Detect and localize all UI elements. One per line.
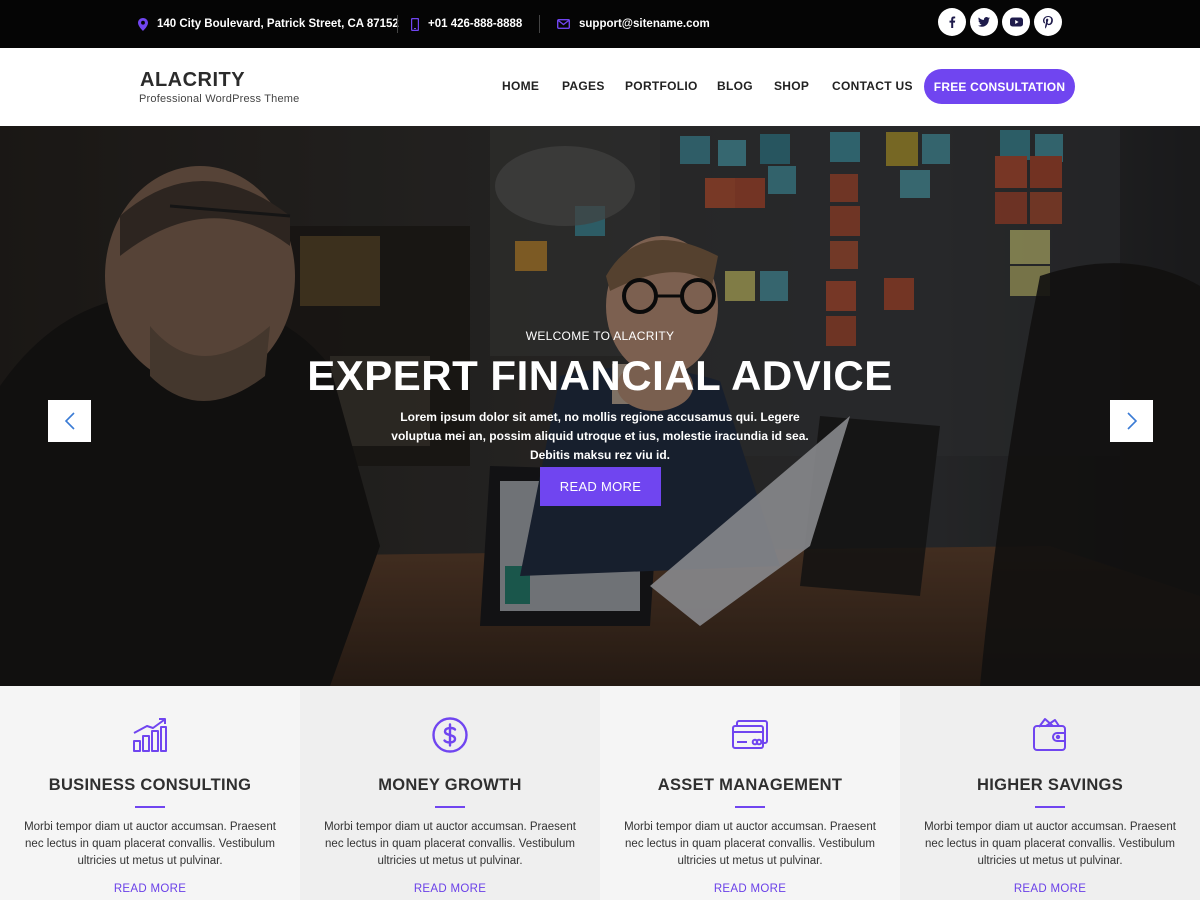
chevron-right-icon (1126, 412, 1137, 430)
phone-info: +01 426-888-8888 (411, 0, 522, 48)
feature-description: Morbi tempor diam ut auctor accumsan. Pr… (324, 821, 576, 867)
feature-divider (135, 806, 165, 808)
chevron-left-icon (64, 412, 75, 430)
hero-description: Lorem ipsum dolor sit amet, no mollis re… (391, 410, 809, 462)
feature-read-more-link[interactable]: READ MORE (600, 883, 900, 895)
social-links (938, 8, 1062, 36)
nav-shop[interactable]: SHOP (774, 79, 809, 93)
feature-card: HIGHER SAVINGS Morbi tempor diam ut auct… (900, 686, 1200, 900)
phone-icon (411, 17, 419, 31)
site-tagline: Professional WordPress Theme (139, 93, 300, 105)
wallet-icon (1033, 718, 1066, 751)
nav-home[interactable]: HOME (502, 79, 539, 93)
feature-divider (435, 806, 465, 808)
feature-title: HIGHER SAVINGS (977, 776, 1123, 794)
phone-text[interactable]: +01 426-888-8888 (428, 18, 522, 30)
address-info: 140 City Boulevard, Patrick Street, CA 8… (138, 0, 399, 48)
feature-title: ASSET MANAGEMENT (657, 776, 843, 794)
feature-divider (735, 806, 765, 808)
email-info: support@sitename.com (557, 0, 710, 48)
growth-chart-icon (133, 718, 167, 752)
feature-title: MONEY GROWTH (378, 776, 522, 794)
site-title[interactable]: ALACRITY (140, 69, 245, 92)
feature-card: MONEY GROWTH Morbi tempor diam ut auctor… (300, 686, 600, 900)
facebook-icon[interactable] (938, 8, 966, 36)
hero-title: EXPERT FINANCIAL ADVICE (307, 352, 893, 399)
feature-divider (1035, 806, 1065, 808)
feature-description: Morbi tempor diam ut auctor accumsan. Pr… (924, 821, 1176, 867)
divider (397, 15, 398, 33)
hero-background-image (0, 126, 1200, 686)
feature-description: Morbi tempor diam ut auctor accumsan. Pr… (24, 821, 276, 867)
pinterest-icon[interactable] (1034, 8, 1062, 36)
hero-kicker: WELCOME TO ALACRITY (525, 329, 675, 343)
feature-description: Morbi tempor diam ut auctor accumsan. Pr… (624, 821, 876, 867)
youtube-icon[interactable] (1002, 8, 1030, 36)
top-bar: 140 City Boulevard, Patrick Street, CA 8… (0, 0, 1200, 48)
feature-card: BUSINESS CONSULTING Morbi tempor diam ut… (0, 686, 300, 900)
feature-read-more-link[interactable]: READ MORE (0, 883, 300, 895)
feature-read-more-link[interactable]: READ MORE (900, 883, 1200, 895)
free-consultation-button[interactable]: FREE CONSULTATION (924, 69, 1075, 104)
nav-blog[interactable]: BLOG (717, 79, 753, 93)
slider-next-button[interactable] (1110, 400, 1153, 442)
nav-portfolio[interactable]: PORTFOLIO (625, 79, 698, 93)
map-pin-icon (138, 17, 148, 31)
address-text: 140 City Boulevard, Patrick Street, CA 8… (157, 18, 399, 30)
hero-slider: WELCOME TO ALACRITY EXPERT FINANCIAL ADV… (0, 126, 1200, 686)
credit-card-icon (732, 720, 768, 749)
nav-contact-us[interactable]: CONTACT US (832, 79, 913, 93)
feature-read-more-link[interactable]: READ MORE (300, 883, 600, 895)
nav-pages[interactable]: PAGES (562, 79, 605, 93)
site-header: ALACRITY Professional WordPress Theme HO… (0, 48, 1200, 126)
envelope-icon (557, 19, 570, 29)
email-text[interactable]: support@sitename.com (579, 18, 710, 30)
dollar-coin-icon (432, 717, 468, 753)
feature-card: ASSET MANAGEMENT Morbi tempor diam ut au… (600, 686, 900, 900)
features-section: BUSINESS CONSULTING Morbi tempor diam ut… (0, 686, 1200, 900)
feature-title: BUSINESS CONSULTING (48, 776, 252, 794)
twitter-icon[interactable] (970, 8, 998, 36)
hero-read-more-button[interactable]: READ MORE (540, 467, 661, 506)
slider-prev-button[interactable] (48, 400, 91, 442)
divider (539, 15, 540, 33)
